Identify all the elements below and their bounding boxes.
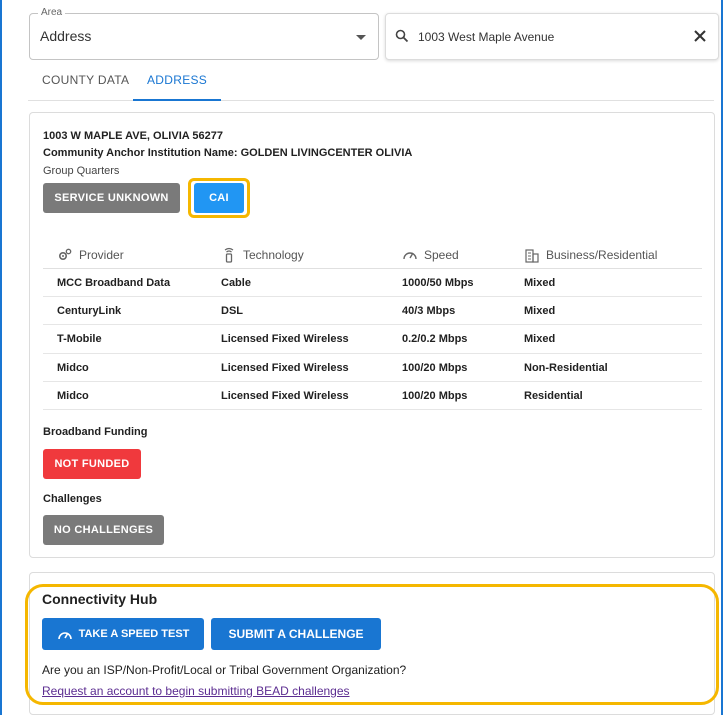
tab-county-data[interactable]: COUNTY DATA — [28, 60, 143, 101]
table-row: Midco Licensed Fixed Wireless 100/20 Mbp… — [43, 354, 702, 382]
speed-test-label: TAKE A SPEED TEST — [78, 628, 190, 640]
speedometer-icon — [403, 252, 417, 260]
cai-name-line: Community Anchor Institution Name: GOLDE… — [43, 147, 413, 159]
speedometer-icon — [57, 632, 72, 640]
cell-technology: Cable — [221, 277, 251, 289]
cell-speed: 100/20 Mbps — [402, 361, 468, 374]
table-row: MCC Broadband Data Cable 1000/50 Mbps Mi… — [43, 269, 702, 298]
cell-technology: Licensed Fixed Wireless — [221, 361, 349, 374]
search-icon — [395, 29, 409, 43]
cell-speed: 1000/50 Mbps — [402, 277, 474, 289]
table-header: Provider Technology Speed Business/Resid… — [43, 241, 702, 269]
cell-usage: Mixed — [524, 333, 556, 346]
table-row: CenturyLink DSL 40/3 Mbps Mixed — [43, 297, 702, 326]
gears-icon — [58, 248, 72, 261]
submit-challenge-label: SUBMIT A CHALLENGE — [228, 627, 364, 641]
table-row: Midco Licensed Fixed Wireless 100/20 Mbp… — [43, 382, 702, 410]
area-select[interactable]: Area Address — [29, 7, 379, 60]
cell-provider: Midco — [57, 361, 89, 374]
cell-speed: 100/20 Mbps — [402, 389, 468, 402]
service-unknown-badge[interactable]: SERVICE UNKNOWN — [43, 183, 180, 213]
cell-technology: DSL — [221, 305, 243, 318]
building-icon — [525, 249, 539, 263]
cell-provider: Midco — [57, 389, 89, 402]
table-row: T-Mobile Licensed Fixed Wireless 0.2/0.2… — [43, 325, 702, 354]
app-frame: Area Address COUNTY DATA ADDRESS 1003 W … — [0, 0, 723, 715]
submit-challenge-button[interactable]: SUBMIT A CHALLENGE — [211, 618, 381, 650]
address-search-input[interactable] — [418, 26, 678, 48]
cell-provider: MCC Broadband Data — [57, 277, 171, 289]
cai-highlight: CAI — [188, 178, 250, 218]
isp-question: Are you an ISP/Non-Profit/Local or Triba… — [42, 663, 407, 677]
no-challenges-badge[interactable]: NO CHALLENGES — [43, 515, 164, 545]
cai-badge[interactable]: CAI — [194, 183, 244, 213]
challenges-label: Challenges — [43, 493, 102, 505]
close-icon[interactable] — [693, 29, 707, 43]
header-speed: Speed — [402, 247, 459, 263]
header-technology-label: Technology — [243, 248, 304, 262]
cell-provider: CenturyLink — [57, 305, 122, 318]
router-icon — [224, 247, 234, 263]
speed-test-button[interactable]: TAKE A SPEED TEST — [42, 618, 204, 650]
cell-provider: T-Mobile — [57, 333, 102, 346]
location-type: Group Quarters — [43, 165, 120, 177]
address-line: 1003 W MAPLE AVE, OLIVIA 56277 — [43, 130, 223, 142]
broadband-funding-label: Broadband Funding — [43, 426, 148, 438]
header-business-residential-label: Business/Residential — [546, 248, 658, 262]
cell-usage: Mixed — [524, 305, 556, 318]
cell-technology: Licensed Fixed Wireless — [221, 389, 349, 402]
connectivity-hub-title: Connectivity Hub — [42, 591, 158, 607]
provider-table: Provider Technology Speed Business/Resid… — [43, 241, 702, 410]
header-technology: Technology — [221, 247, 304, 263]
header-business-residential: Business/Residential — [524, 247, 657, 263]
view-tabs: COUNTY DATA ADDRESS — [28, 60, 714, 101]
address-search-box[interactable] — [385, 13, 719, 60]
header-speed-label: Speed — [424, 248, 459, 262]
tab-address[interactable]: ADDRESS — [133, 60, 222, 101]
header-provider-label: Provider — [79, 248, 124, 262]
cell-speed: 0.2/0.2 Mbps — [402, 333, 468, 346]
area-label: Area — [38, 7, 66, 19]
cell-usage: Mixed — [524, 277, 556, 289]
request-account-link[interactable]: Request an account to begin submitting B… — [42, 684, 350, 698]
cell-usage: Non-Residential — [524, 361, 608, 374]
not-funded-badge[interactable]: NOT FUNDED — [43, 449, 141, 479]
header-provider: Provider — [57, 247, 124, 263]
area-selected-value: Address — [40, 28, 92, 44]
cell-usage: Residential — [524, 389, 583, 402]
cell-technology: Licensed Fixed Wireless — [221, 333, 349, 346]
cell-speed: 40/3 Mbps — [402, 305, 456, 318]
chevron-down-icon[interactable] — [356, 35, 366, 40]
address-details-card: 1003 W MAPLE AVE, OLIVIA 56277 Community… — [29, 112, 715, 558]
